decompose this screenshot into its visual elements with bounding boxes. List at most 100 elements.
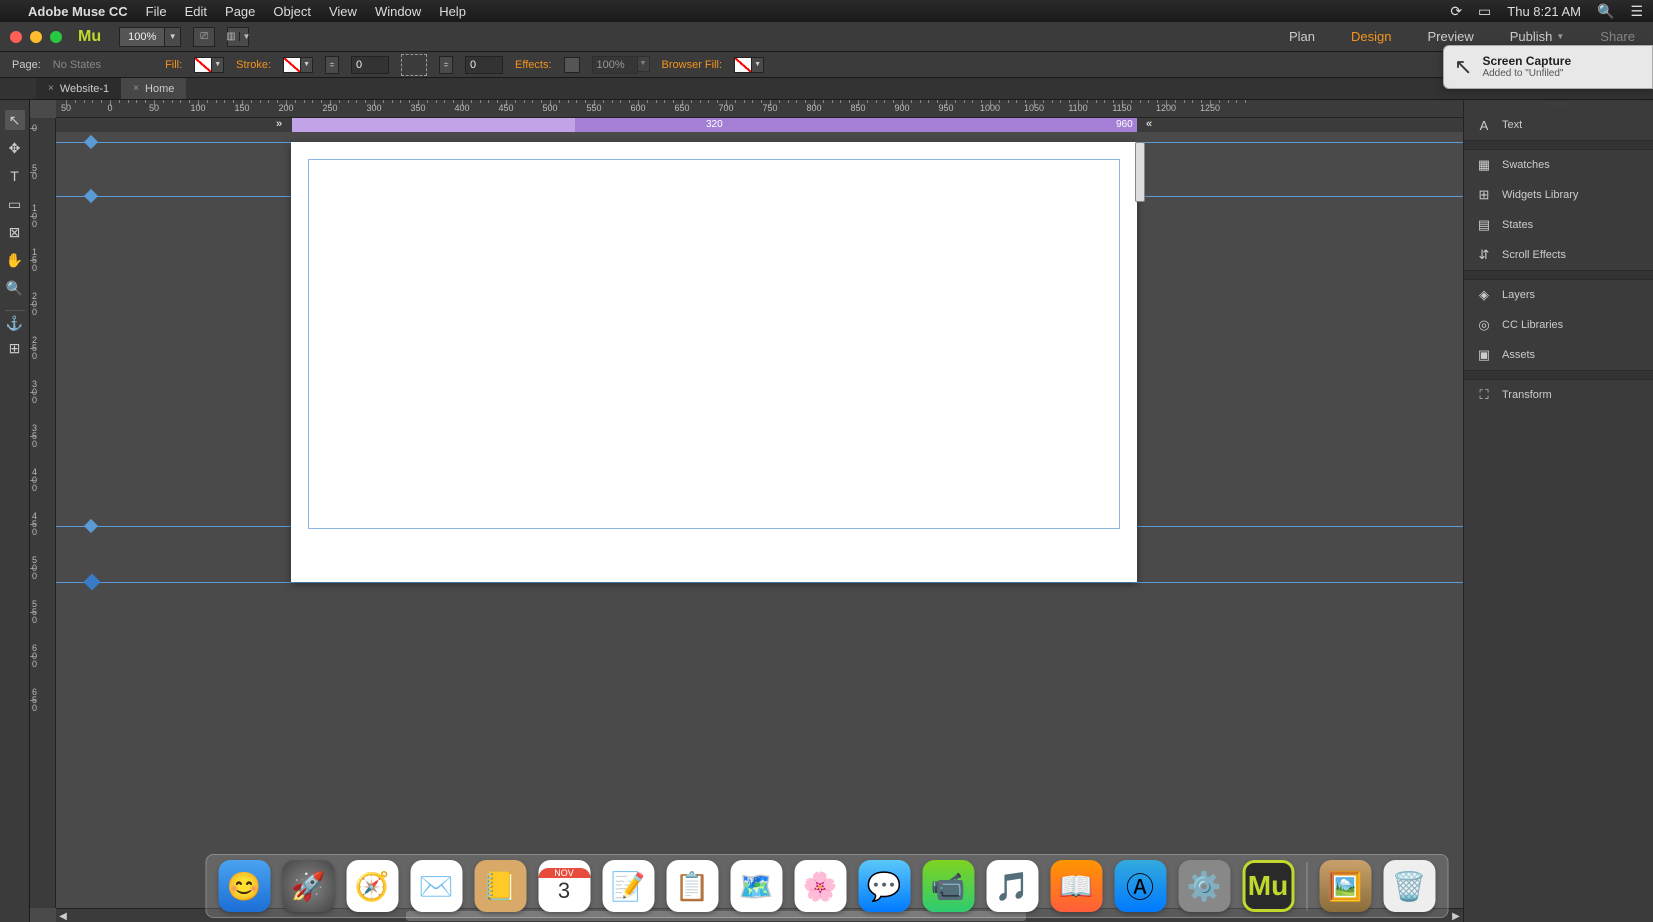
dock-maps[interactable]: 🗺️ [730, 860, 782, 912]
stroke-width-input[interactable] [351, 56, 389, 74]
panel-transform[interactable]: ⛶Transform [1464, 380, 1653, 410]
rectangle-tool[interactable]: ▭ [5, 194, 25, 214]
mode-plan[interactable]: Plan [1271, 22, 1333, 51]
stroke-stepper[interactable]: ≑ [325, 56, 339, 74]
corner-options[interactable] [401, 54, 427, 76]
anchor-tool[interactable]: ⚓ [5, 310, 25, 330]
stroke-swatch[interactable]: ▼ [283, 57, 313, 73]
window-minimize[interactable] [30, 31, 42, 43]
dock-muse[interactable]: Mu [1242, 860, 1294, 912]
close-icon[interactable]: × [133, 83, 139, 94]
dock-contacts[interactable]: 📒 [474, 860, 526, 912]
window-zoom[interactable] [50, 31, 62, 43]
corner-radius-input[interactable] [465, 56, 503, 74]
dock-ibooks[interactable]: 📖 [1050, 860, 1102, 912]
page-canvas[interactable] [291, 142, 1137, 582]
menu-window[interactable]: Window [375, 4, 421, 19]
close-icon[interactable]: × [48, 83, 54, 94]
menu-file[interactable]: File [146, 4, 167, 19]
zoom-dropdown-icon[interactable]: ▼ [164, 28, 180, 46]
dock-itunes[interactable]: 🎵 [986, 860, 1038, 912]
publish-dropdown-icon[interactable]: ▼ [1556, 32, 1564, 41]
fill-swatch[interactable]: ▼ [194, 57, 224, 73]
breakpoint-range-min[interactable] [292, 118, 575, 132]
scroll-effects-icon: ⇵ [1476, 247, 1492, 263]
browser-fill-label: Browser Fill: [662, 59, 723, 71]
panel-swatches[interactable]: ▦Swatches [1464, 150, 1653, 180]
guide-handle[interactable] [84, 189, 98, 203]
guide-handle[interactable] [84, 135, 98, 149]
corner-stepper[interactable]: ≑ [439, 56, 453, 74]
display-icon[interactable]: ▭ [1478, 3, 1491, 20]
vertical-ruler[interactable]: 050100150200250300350400450500550600650 [30, 118, 56, 908]
panel-assets[interactable]: ▣Assets [1464, 340, 1653, 370]
clock[interactable]: Thu 8:21 AM [1507, 4, 1581, 19]
rectangle-frame-tool[interactable]: ⊠ [5, 222, 25, 242]
selection-tool[interactable]: ↖ [5, 110, 25, 130]
dock-system-preferences[interactable]: ⚙️ [1178, 860, 1230, 912]
zoom-level[interactable]: 100% ▼ [119, 27, 181, 47]
app-top-bar: Mu 100% ▼ ⎚ ▥▼ Plan Design Preview Publi… [0, 22, 1653, 52]
dock-messages[interactable]: 💬 [858, 860, 910, 912]
panel-grip[interactable]: :::::: [1464, 100, 1653, 110]
menu-edit[interactable]: Edit [185, 4, 207, 19]
panel-widgets-library[interactable]: ⊞Widgets Library [1464, 180, 1653, 210]
menu-page[interactable]: Page [225, 4, 255, 19]
dock-reminders[interactable]: 📋 [666, 860, 718, 912]
text-tool[interactable]: T [5, 166, 25, 186]
dock-finder[interactable]: 😊 [218, 860, 270, 912]
dock-notes[interactable]: 📝 [602, 860, 654, 912]
canvas[interactable] [56, 132, 1463, 908]
dock-photos[interactable]: 🌸 [794, 860, 846, 912]
pin-toggle-button[interactable]: ⎚ [193, 27, 215, 47]
dock-calendar[interactable]: NOV 3 [538, 860, 590, 912]
hand-tool[interactable]: ✋ [5, 250, 25, 270]
breakpoint-bar[interactable]: » 320 960 « [56, 118, 1463, 132]
menu-help[interactable]: Help [439, 4, 466, 19]
app-name[interactable]: Adobe Muse CC [28, 4, 128, 19]
dock-facetime[interactable]: 📹 [922, 860, 974, 912]
cc-icon: ◎ [1476, 317, 1492, 333]
widgets-icon: ⊞ [1476, 187, 1492, 203]
crop-tool[interactable]: ✥ [5, 138, 25, 158]
effects-icon[interactable] [564, 57, 580, 73]
tab-home[interactable]: × Home [121, 78, 186, 99]
panel-cc-libraries[interactable]: ◎CC Libraries [1464, 310, 1653, 340]
dock-launchpad[interactable]: 🚀 [282, 860, 334, 912]
guide-handle[interactable] [84, 519, 98, 533]
breakpoint-collapse-left-icon[interactable]: » [276, 118, 282, 130]
horizontal-ruler[interactable]: 5005010015020025030035040045050055060065… [56, 100, 1463, 118]
scroll-right-icon[interactable]: ▶ [1449, 909, 1463, 922]
breakpoint-collapse-right-icon[interactable]: « [1146, 118, 1152, 130]
sync-icon[interactable]: ⟳ [1450, 3, 1462, 20]
dock-safari[interactable]: 🧭 [346, 860, 398, 912]
screen-layout-button[interactable]: ▥▼ [227, 27, 249, 47]
dock-appstore[interactable]: Ⓐ [1114, 860, 1166, 912]
panel-states[interactable]: ▤States [1464, 210, 1653, 240]
mode-design[interactable]: Design [1333, 22, 1409, 51]
tab-website-1[interactable]: × Website-1 [36, 78, 121, 99]
guide-handle[interactable] [84, 574, 101, 591]
text-icon: A [1476, 117, 1492, 133]
panel-text[interactable]: AText [1464, 110, 1653, 140]
menu-extras-icon[interactable]: ☰ [1630, 3, 1643, 20]
breakpoint-range-main[interactable] [575, 118, 1137, 132]
tools-panel: ↖ ✥ T ▭ ⊠ ✋ 🔍 ⚓ ⊞ [0, 100, 30, 922]
scroll-left-icon[interactable]: ◀ [56, 909, 70, 922]
right-panels: :::::: AText ▦Swatches ⊞Widgets Library … [1463, 100, 1653, 922]
browser-fill-swatch[interactable]: ▼ [734, 57, 764, 73]
menu-object[interactable]: Object [273, 4, 311, 19]
spotlight-icon[interactable]: 🔍 [1597, 3, 1614, 20]
dock-mail[interactable]: ✉️ [410, 860, 462, 912]
dock-trash[interactable]: 🗑️ [1383, 860, 1435, 912]
page-state-value[interactable]: No States [53, 59, 101, 71]
page-scroll-handle[interactable] [1135, 142, 1145, 202]
format-tool[interactable]: ⊞ [5, 338, 25, 358]
menu-view[interactable]: View [329, 4, 357, 19]
window-close[interactable] [10, 31, 22, 43]
screen-capture-notification[interactable]: ↖ Screen Capture Added to "Unfiled" [1443, 45, 1653, 89]
panel-layers[interactable]: ◈Layers [1464, 280, 1653, 310]
panel-scroll-effects[interactable]: ⇵Scroll Effects [1464, 240, 1653, 270]
zoom-tool[interactable]: 🔍 [5, 278, 25, 298]
dock-downloads-folder[interactable]: 🖼️ [1319, 860, 1371, 912]
